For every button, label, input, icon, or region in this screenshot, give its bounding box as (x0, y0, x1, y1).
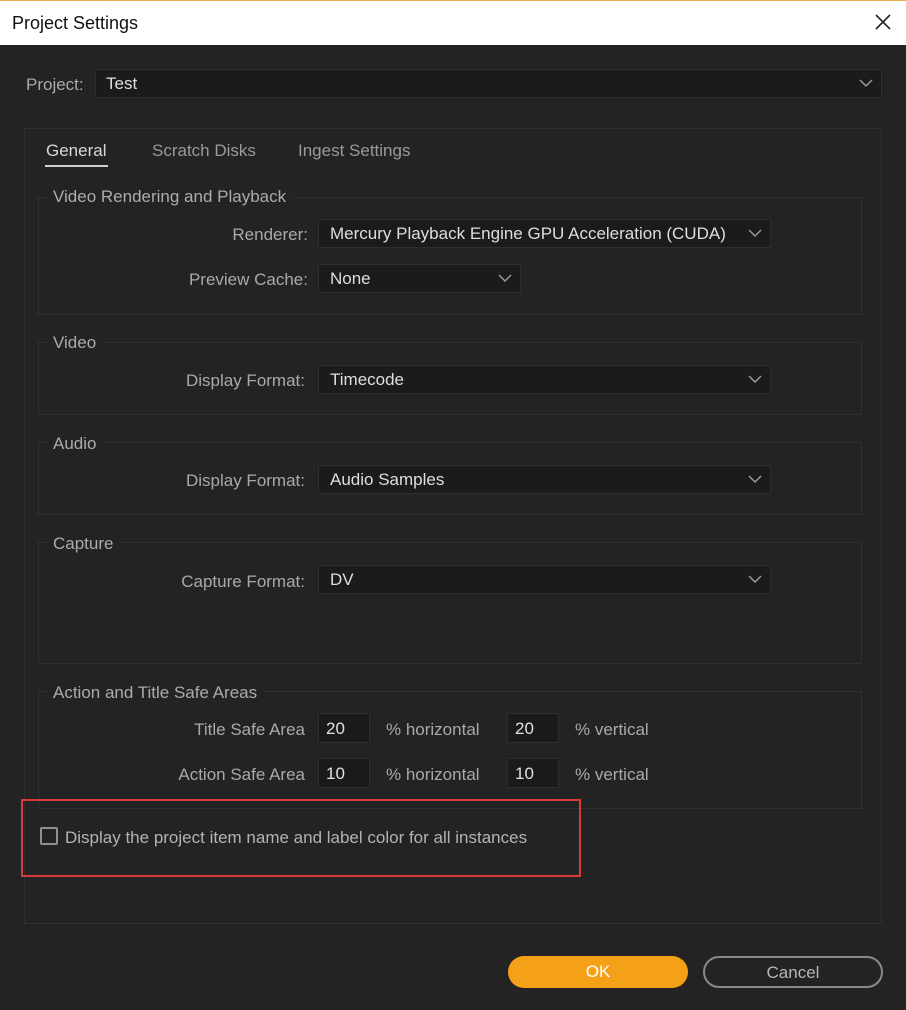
audio-display-format-value: Audio Samples (330, 470, 445, 489)
video-display-format-label: Display Format: (185, 371, 305, 390)
capture-group (38, 542, 862, 664)
ok-button-label: OK (585, 962, 611, 981)
action-safe-horizontal-input[interactable]: 10 (318, 758, 370, 788)
project-value: Test (106, 74, 138, 93)
chevron-down-icon (498, 274, 512, 283)
project-label: Project: (26, 75, 84, 94)
preview-cache-label: Preview Cache: (188, 270, 308, 289)
capture-format-value: DV (330, 570, 354, 589)
chevron-down-icon (748, 229, 762, 238)
video-display-format-value: Timecode (330, 370, 405, 389)
audio-display-format-dropdown[interactable]: Audio Samples (318, 465, 771, 494)
highlight-box (21, 799, 581, 877)
video-rendering-group (38, 197, 862, 315)
tab-ingest-settings[interactable]: Ingest Settings (298, 141, 410, 161)
video-display-format-dropdown[interactable]: Timecode (318, 365, 771, 394)
video-title: Video (46, 333, 104, 353)
title-safe-vertical-label: % vertical (575, 720, 649, 739)
safe-areas-title: Action and Title Safe Areas (46, 683, 265, 703)
safe-areas-group (38, 691, 862, 809)
cancel-button[interactable]: Cancel (703, 956, 883, 988)
action-safe-label: Action Safe Area (178, 765, 305, 784)
renderer-value: Mercury Playback Engine GPU Acceleration… (330, 224, 726, 243)
capture-title: Capture (46, 534, 121, 554)
action-safe-vertical-label: % vertical (575, 765, 649, 784)
audio-title: Audio (46, 434, 104, 454)
video-rendering-title: Video Rendering and Playback (46, 187, 294, 207)
title-safe-vertical-input[interactable]: 20 (507, 713, 559, 743)
cancel-button-label: Cancel (766, 963, 820, 982)
title-safe-horizontal-input[interactable]: 20 (318, 713, 370, 743)
chevron-down-icon (859, 79, 873, 88)
tab-general[interactable]: General (46, 141, 106, 161)
preview-cache-value: None (330, 269, 371, 288)
window-title: Project Settings (12, 13, 139, 33)
active-tab-indicator (45, 165, 108, 167)
chevron-down-icon (748, 475, 762, 484)
chevron-down-icon (748, 375, 762, 384)
title-safe-label: Title Safe Area (194, 720, 305, 739)
project-dropdown[interactable]: Test (95, 69, 882, 98)
capture-format-dropdown[interactable]: DV (318, 565, 771, 594)
title-safe-vertical-value: 20 (515, 719, 534, 738)
action-safe-horizontal-label: % horizontal (386, 765, 480, 784)
preview-cache-dropdown[interactable]: None (318, 264, 521, 293)
chevron-down-icon (748, 575, 762, 584)
action-safe-horizontal-value: 10 (326, 764, 345, 783)
renderer-dropdown[interactable]: Mercury Playback Engine GPU Acceleration… (318, 219, 771, 248)
capture-format-label: Capture Format: (181, 572, 305, 591)
tab-scratch-disks[interactable]: Scratch Disks (152, 141, 256, 161)
close-icon[interactable] (868, 7, 898, 37)
audio-display-format-label: Display Format: (185, 471, 305, 490)
action-safe-vertical-input[interactable]: 10 (507, 758, 559, 788)
title-safe-horizontal-value: 20 (326, 719, 345, 738)
title-safe-horizontal-label: % horizontal (386, 720, 480, 739)
renderer-label: Renderer: (232, 225, 308, 244)
action-safe-vertical-value: 10 (515, 764, 534, 783)
title-bar: Project Settings (0, 0, 906, 45)
ok-button[interactable]: OK (508, 956, 688, 988)
